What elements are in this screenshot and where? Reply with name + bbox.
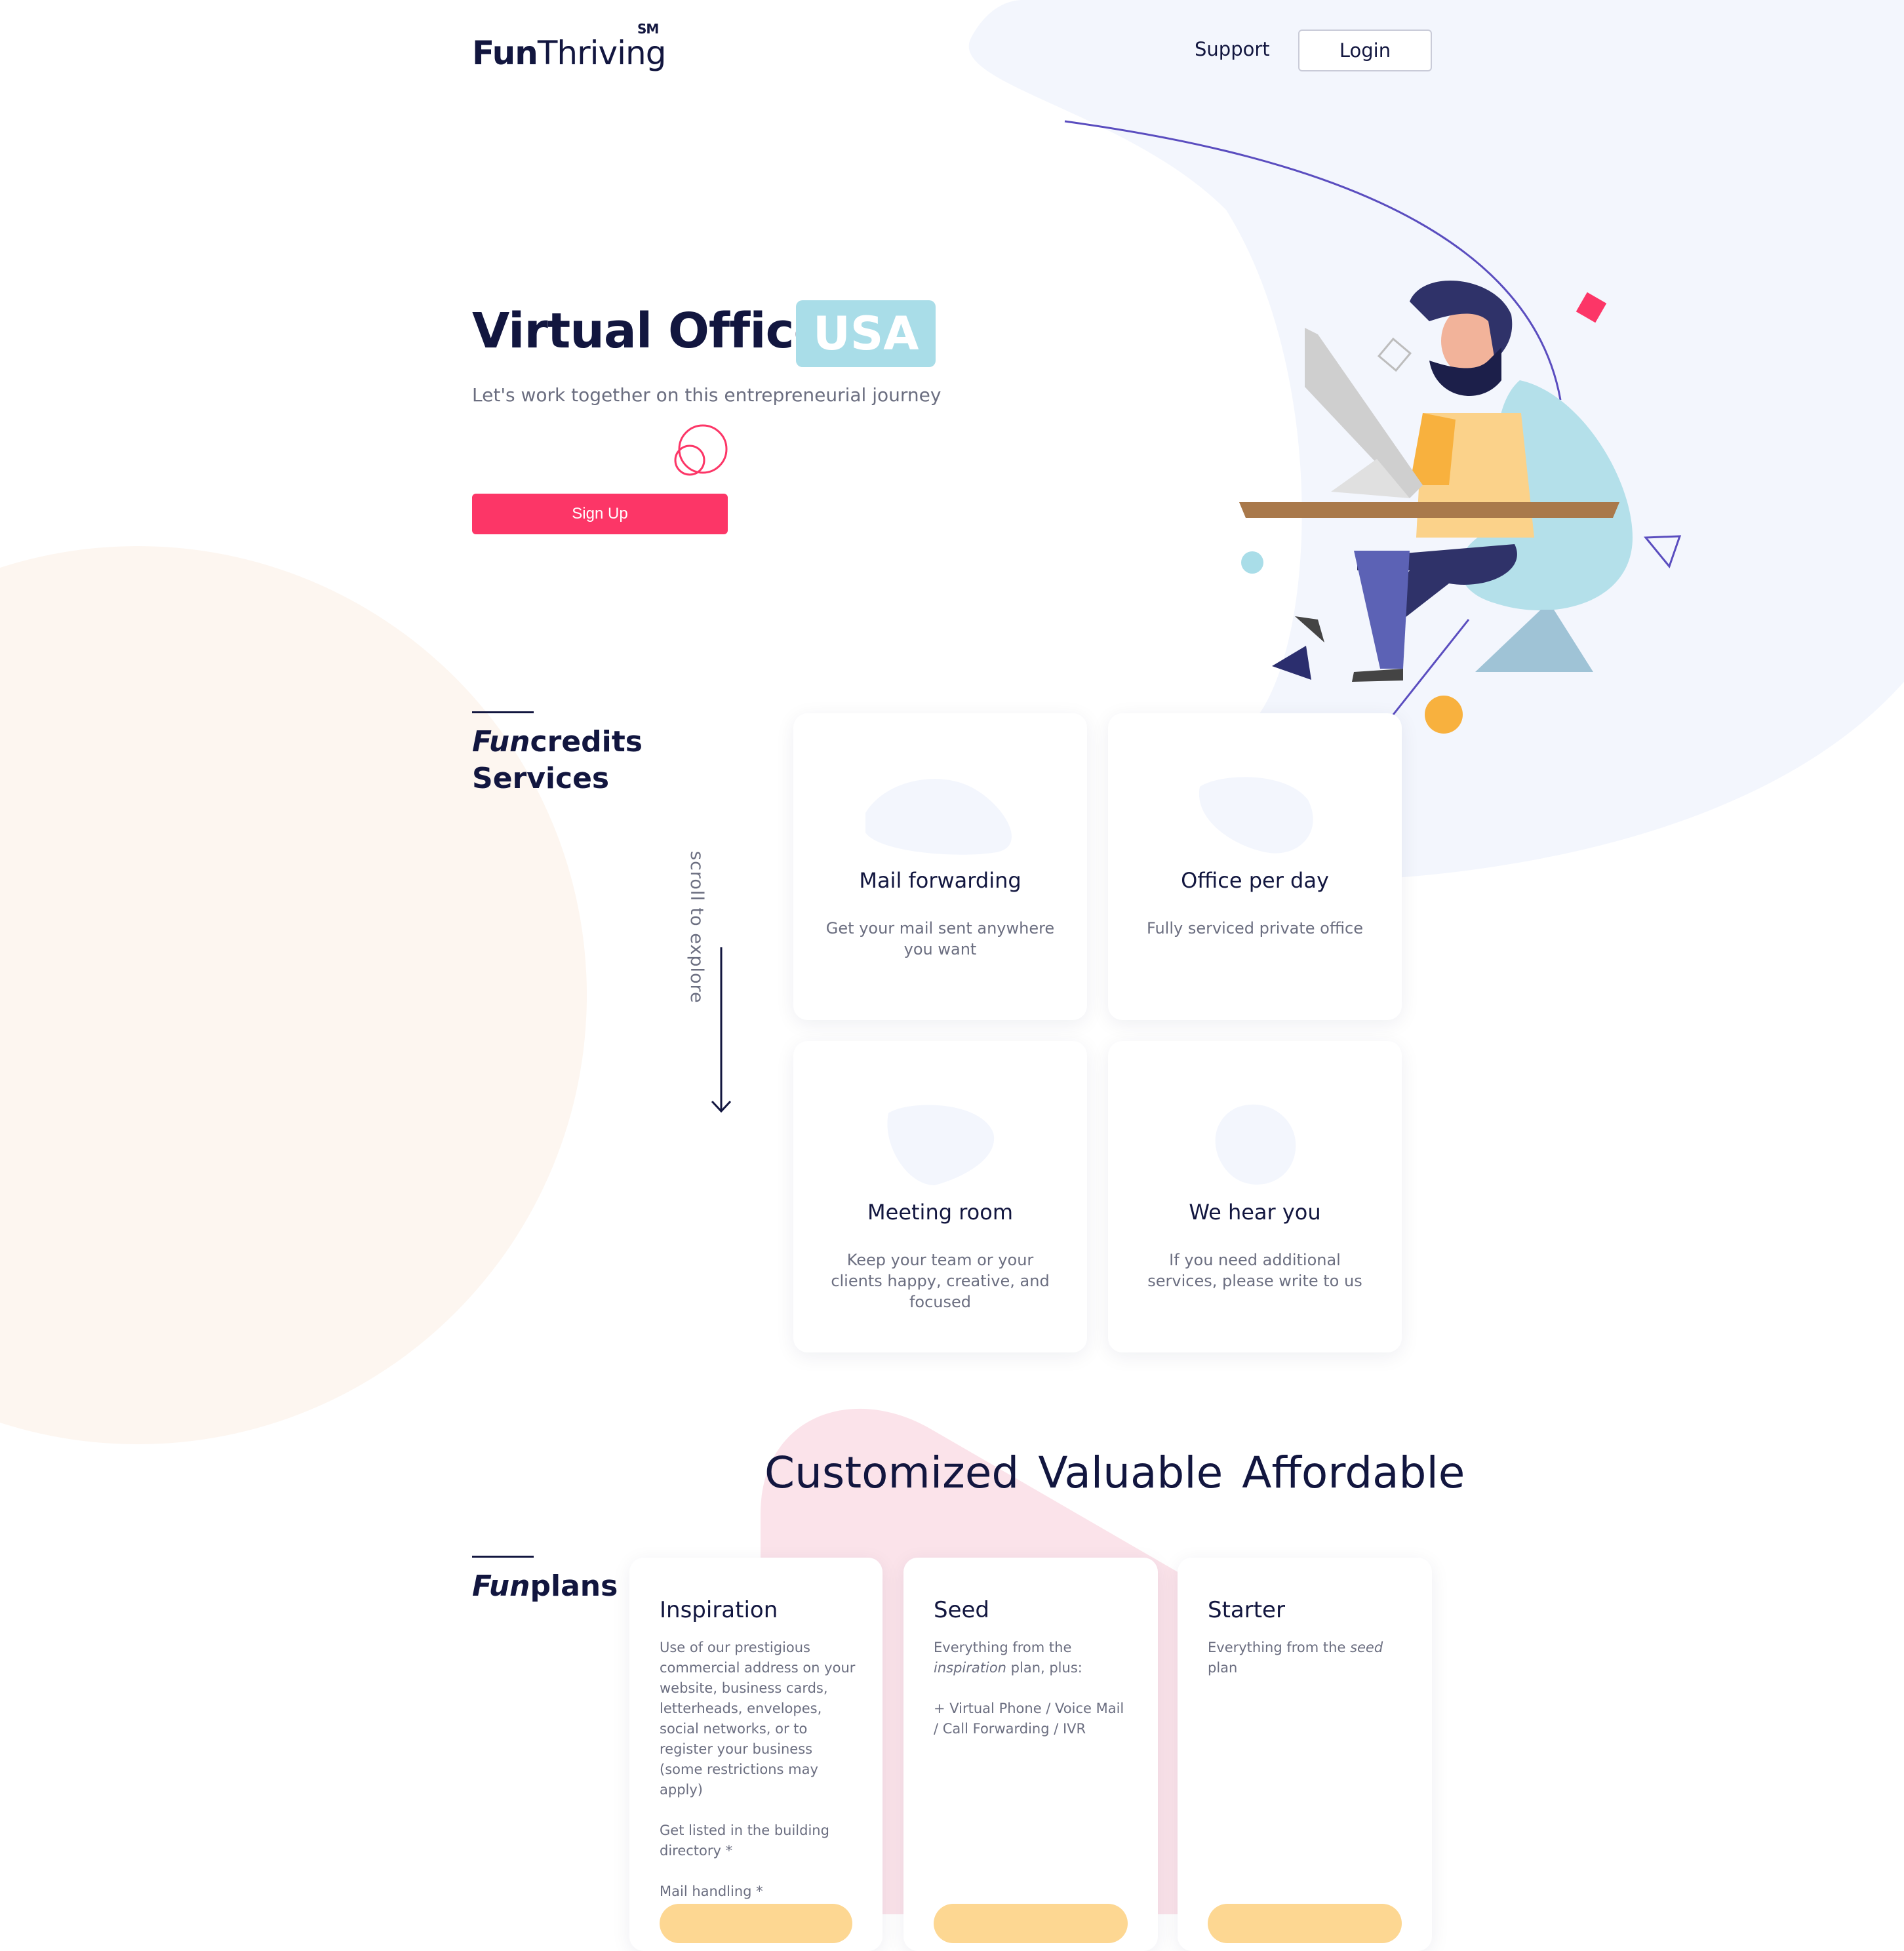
bg-peach-circle	[0, 546, 587, 1444]
hero-title: Virtual Office	[472, 303, 827, 359]
decor-blue-dot	[1241, 551, 1263, 574]
plan-title: Inspiration	[660, 1597, 778, 1623]
plan-description: Everything from the seed plan	[1208, 1638, 1406, 1699]
plan-card-seed[interactable]: Seed Everything from the inspiration pla…	[903, 1558, 1158, 1951]
hero-illustration	[1239, 280, 1682, 734]
hero-subtitle: Let's work together on this entrepreneur…	[472, 384, 942, 406]
logo-service-mark: SM	[637, 21, 659, 37]
signup-button[interactable]: Sign Up	[472, 494, 728, 534]
service-card-desc: Get your mail sent anywhere you want	[825, 919, 1055, 958]
hero-badge: USA	[796, 300, 936, 367]
decor-outline-triangle	[1643, 535, 1682, 569]
service-card-title: Office per day	[1181, 868, 1329, 893]
tagline-word: Customized	[764, 1448, 1020, 1498]
person-leg-front	[1354, 551, 1410, 669]
plans-heading-italic: Fun	[472, 1569, 530, 1603]
plan-title: Seed	[934, 1597, 989, 1623]
plan-select-button[interactable]	[660, 1904, 852, 1943]
services-heading-rest: credits	[530, 725, 643, 759]
plan-feature: Use of our prestigious commercial addres…	[660, 1640, 856, 1798]
nav-support-link[interactable]: Support	[1195, 38, 1270, 60]
tagline: Customized Valuable Affordable	[764, 1448, 1465, 1498]
brand-logo[interactable]: FunThriving SM	[472, 21, 667, 72]
desk-top	[1239, 502, 1619, 518]
service-card-office[interactable]: Office per day Fully serviced private of…	[1108, 713, 1402, 1020]
plan-feature: + Virtual Phone / Voice Mail / Call Forw…	[934, 1701, 1124, 1737]
plan-select-button[interactable]	[934, 1904, 1128, 1943]
plan-card-inspiration[interactable]: Inspiration Use of our prestigious comme…	[629, 1558, 883, 1951]
service-card-desc: Keep your team or your clients happy, cr…	[831, 1251, 1050, 1311]
service-card-desc: Fully serviced private office	[1146, 919, 1364, 937]
plan-select-button[interactable]	[1208, 1904, 1402, 1943]
service-card-desc: If you need additional services, please …	[1147, 1251, 1362, 1290]
plan-description: Use of our prestigious commercial addres…	[660, 1638, 856, 1922]
plan-feature: Everything from the seed plan	[1208, 1640, 1383, 1676]
chair-stand	[1475, 610, 1593, 672]
plans-heading: Funplans	[472, 1568, 618, 1605]
office-per-day-icon	[1199, 777, 1313, 854]
service-card-mail[interactable]: Mail forwarding Get your mail sent anywh…	[793, 713, 1087, 1020]
plan-description: Everything from the inspiration plan, pl…	[934, 1638, 1132, 1760]
plan-feature: Everything from the inspiration plan, pl…	[934, 1640, 1082, 1676]
services-rule	[472, 711, 534, 713]
services-heading-italic: Fun	[472, 725, 530, 759]
person-shoe-2	[1352, 669, 1403, 682]
plan-card-starter[interactable]: Starter Everything from the seed plan	[1178, 1558, 1432, 1951]
service-card-title: Mail forwarding	[859, 868, 1021, 893]
logo-fun: Fun	[472, 34, 538, 72]
plan-feature: Mail handling *	[660, 1883, 763, 1899]
plan-feature: Get listed in the building directory *	[660, 1823, 829, 1859]
mail-forwarding-icon	[865, 779, 1012, 855]
decor-red-square	[1576, 292, 1607, 323]
tagline-word: Valuable	[1038, 1448, 1223, 1498]
logo-thriving: Thriving	[537, 34, 667, 72]
person-shoe-1	[1295, 616, 1324, 642]
decor-outline-square	[1377, 337, 1412, 372]
service-card-feedback[interactable]: We hear you If you need additional servi…	[1108, 1041, 1402, 1352]
services-heading: Funcredits Services	[472, 724, 643, 797]
meeting-room-icon	[887, 1105, 995, 1185]
tagline-word: Affordable	[1242, 1448, 1465, 1498]
decor-ring-2	[674, 444, 705, 476]
plans-heading-rest: plans	[530, 1569, 618, 1603]
service-card-title: We hear you	[1189, 1200, 1321, 1225]
plans-rule	[472, 1556, 534, 1558]
service-card-meeting[interactable]: Meeting room Keep your team or your clie…	[793, 1041, 1087, 1352]
we-hear-you-icon	[1215, 1104, 1296, 1185]
decor-orange-dot	[1425, 696, 1463, 734]
services-heading-line2: Services	[472, 762, 610, 795]
service-card-title: Meeting room	[867, 1200, 1013, 1225]
plan-title: Starter	[1208, 1597, 1285, 1623]
person-torso-shade	[1410, 413, 1456, 485]
scroll-hint: scroll to explore	[686, 851, 707, 1004]
login-button[interactable]: Login	[1298, 30, 1432, 71]
decor-navy-triangle	[1272, 646, 1311, 680]
